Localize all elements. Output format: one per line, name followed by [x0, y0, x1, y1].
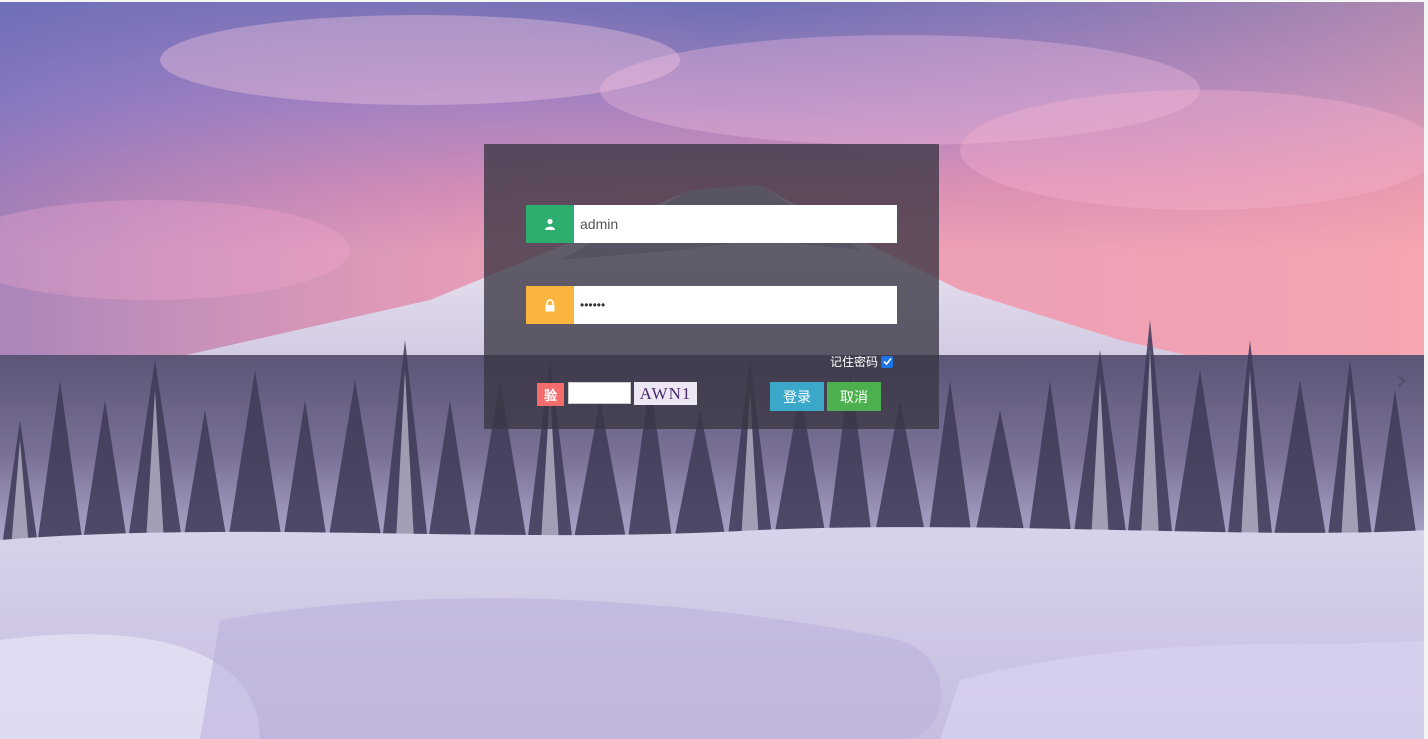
login-button[interactable]: 登录: [770, 382, 824, 411]
password-row: ••••••: [526, 286, 897, 324]
captcha-input[interactable]: [568, 382, 631, 404]
remember-password[interactable]: 记住密码: [830, 353, 894, 370]
captcha-image[interactable]: AWN1: [634, 382, 697, 405]
window-top-edge: [0, 0, 1428, 2]
password-input[interactable]: ••••••: [574, 286, 897, 324]
remember-password-checkbox[interactable]: [881, 355, 894, 368]
username-row: admin: [526, 205, 897, 243]
login-panel: admin •••••• 记住密码 验 AWN1 登录 取消: [484, 144, 939, 429]
captcha-badge: 验: [537, 383, 564, 406]
lock-icon: [526, 286, 574, 324]
carousel-next-arrow-icon[interactable]: ›: [1396, 366, 1407, 394]
check-icon: [882, 357, 892, 366]
remember-password-label: 记住密码: [830, 355, 879, 369]
scrollbar-track[interactable]: [1424, 0, 1428, 739]
username-input[interactable]: admin: [574, 205, 897, 243]
cancel-button[interactable]: 取消: [827, 382, 881, 411]
user-icon: [526, 205, 574, 243]
